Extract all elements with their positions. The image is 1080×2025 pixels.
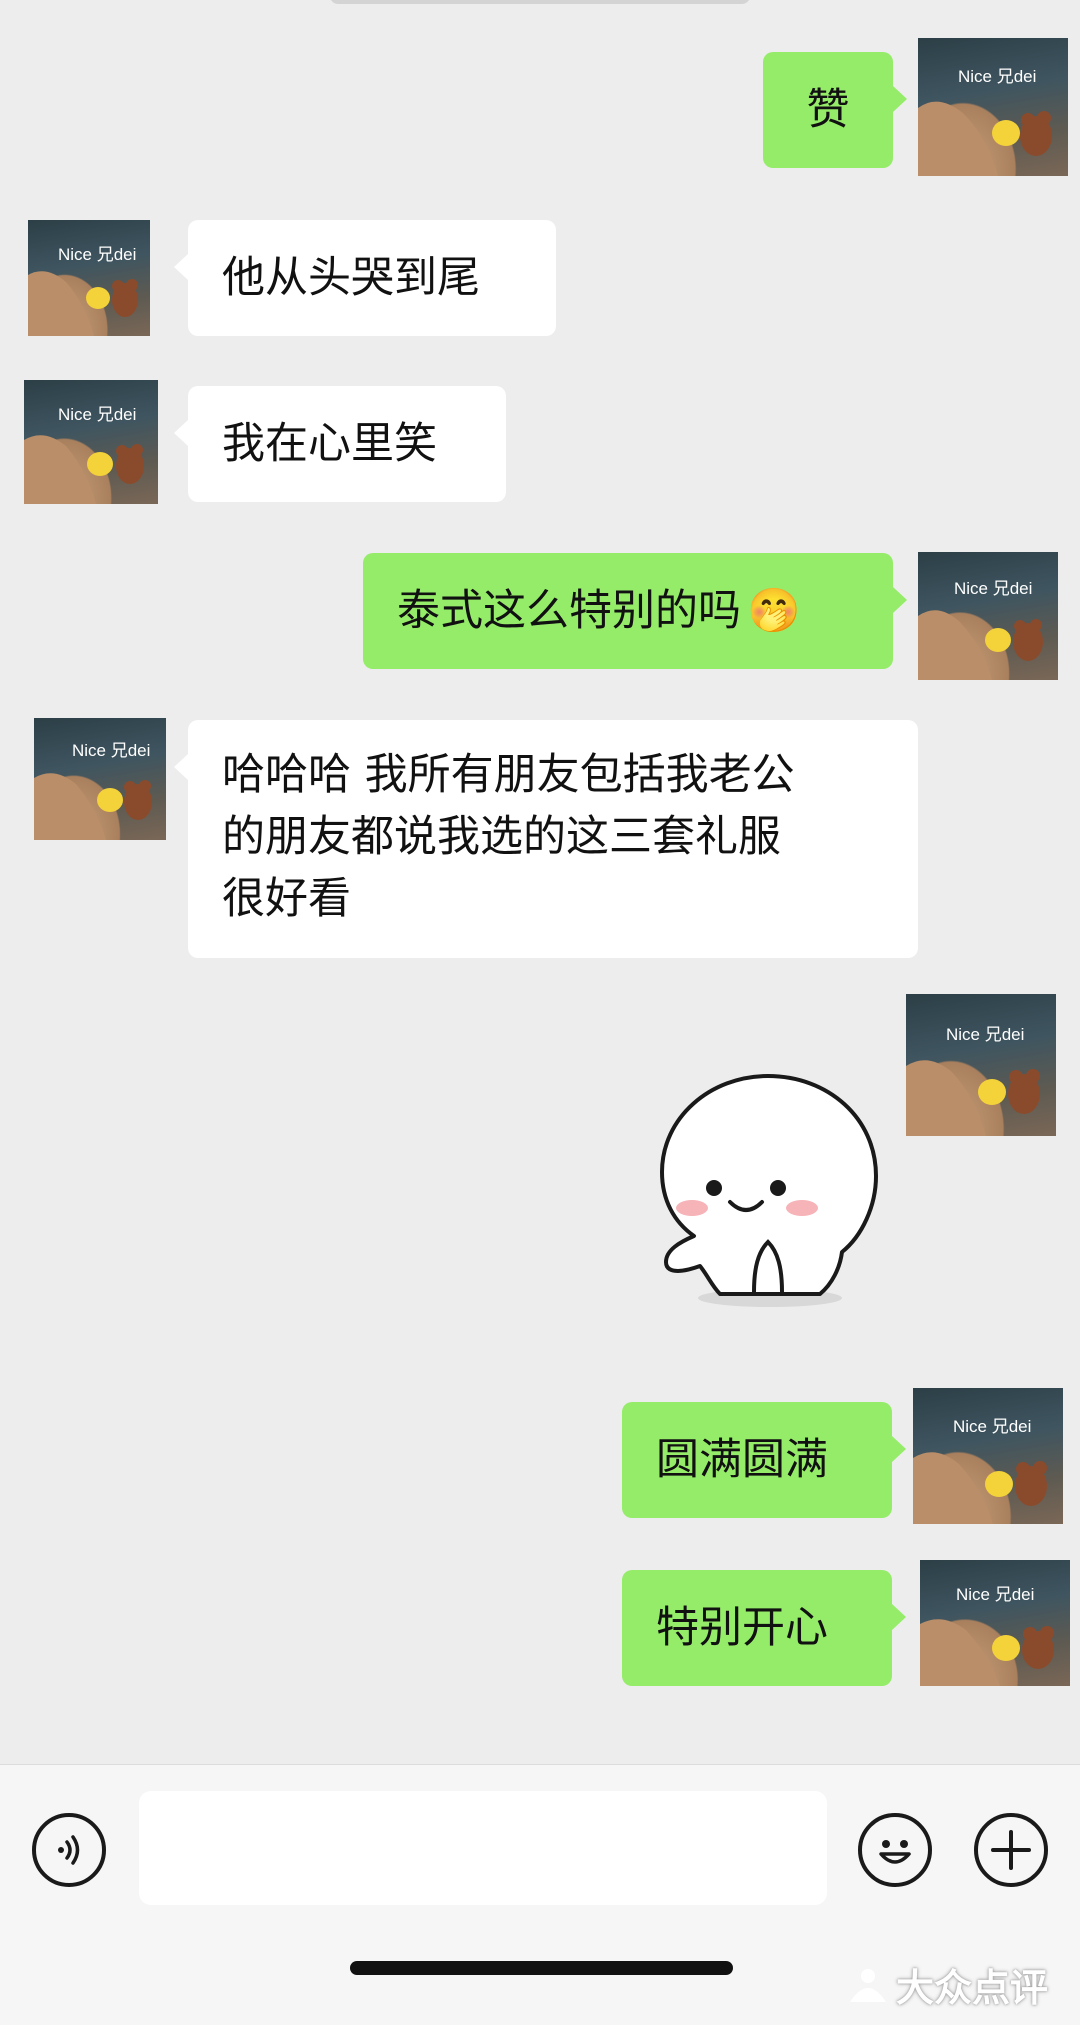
message-bubble[interactable]: 特别开心 <box>622 1570 906 1686</box>
avatar[interactable]: Nice 兄dei <box>28 220 150 336</box>
avatar-caption: Nice 兄dei <box>58 245 137 264</box>
avatar-image <box>918 101 1052 176</box>
avatar[interactable]: Nice 兄dei <box>906 994 1056 1136</box>
message-bubble[interactable]: 他从头哭到尾 <box>174 220 556 336</box>
message-input[interactable] <box>139 1791 827 1905</box>
watermark-text: 大众点评 <box>896 1966 1049 2010</box>
home-indicator <box>350 1961 733 1975</box>
smiley-face-icon <box>879 1840 911 1864</box>
message-text-line: 的朋友都说我选的这三套礼服 <box>222 812 781 862</box>
message-bubble[interactable]: 圆满圆满 <box>622 1402 906 1518</box>
sticker-smiling-dumpling[interactable] <box>650 1072 890 1312</box>
avatar-image <box>906 1060 1040 1136</box>
message-text: 我在心里笑 <box>222 419 437 469</box>
avatar-caption: Nice 兄dei <box>954 579 1033 598</box>
message-bubble[interactable]: 我在心里笑 <box>174 386 506 502</box>
message-text: 圆满圆满 <box>656 1435 828 1485</box>
avatar-caption: Nice 兄dei <box>58 405 137 424</box>
avatar[interactable]: Nice 兄dei <box>920 1560 1070 1686</box>
avatar[interactable]: Nice 兄dei <box>913 1388 1063 1524</box>
avatar-caption: Nice 兄dei <box>72 741 151 760</box>
voice-button[interactable] <box>32 1813 106 1887</box>
message-bubble[interactable]: 赞 <box>763 52 907 168</box>
avatar-caption: Nice 兄dei <box>958 67 1037 86</box>
message-text: 他从头哭到尾 <box>222 253 480 303</box>
dianping-logo-icon <box>850 1968 886 2002</box>
plus-icon <box>991 1830 1031 1870</box>
message-bubble[interactable]: 哈哈哈 我所有朋友包括我老公 的朋友都说我选的这三套礼服 很好看 <box>174 720 918 958</box>
avatar-caption: Nice 兄dei <box>956 1585 1035 1604</box>
emoji-button[interactable] <box>858 1813 932 1887</box>
message-text: 特别开心 <box>656 1603 828 1653</box>
avatar-image <box>28 271 138 336</box>
watermark: 大众点评 <box>846 1957 1048 2012</box>
message-text-line: 哈哈哈 我所有朋友包括我老公 <box>222 750 795 800</box>
message-text: 泰式这么特别的吗 <box>397 586 741 636</box>
avatar[interactable]: Nice 兄dei <box>34 718 166 840</box>
avatar-image <box>920 1619 1054 1686</box>
chat-input-bar: 大众点评 <box>0 1764 1080 2025</box>
message-bubble[interactable]: 泰式这么特别的吗 🤭 <box>363 553 907 669</box>
avatar-image <box>24 435 144 504</box>
avatar-image <box>918 610 1043 680</box>
avatar-caption: Nice 兄dei <box>946 1025 1025 1044</box>
message-text: 赞 <box>806 85 850 135</box>
avatar[interactable]: Nice 兄dei <box>918 38 1068 176</box>
top-handle <box>330 0 750 4</box>
avatar[interactable]: Nice 兄dei <box>24 380 158 504</box>
message-text-line: 很好看 <box>222 874 351 924</box>
covering-mouth-emoji-icon: 🤭 <box>747 586 801 636</box>
avatar-caption: Nice 兄dei <box>953 1417 1032 1436</box>
smiling-dumpling-sticker-icon <box>660 1074 878 1307</box>
voice-icon <box>58 1835 80 1865</box>
avatar-image <box>913 1452 1047 1524</box>
more-button[interactable] <box>974 1813 1048 1887</box>
avatar[interactable]: Nice 兄dei <box>918 552 1058 680</box>
